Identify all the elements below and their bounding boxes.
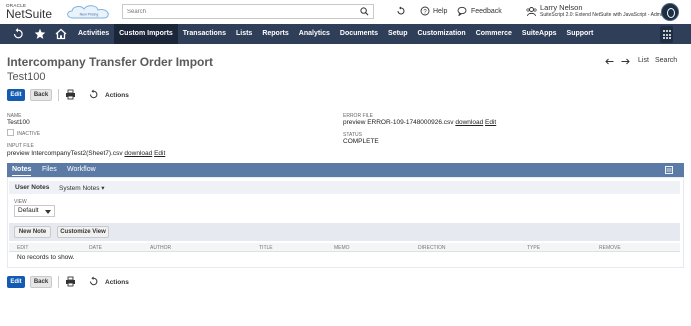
view-select[interactable]: Default [14,205,55,217]
actions-menu-bottom[interactable]: Actions [105,279,129,286]
nav-item-reports[interactable]: Reports [257,24,293,44]
subtab-files[interactable]: Files [42,163,57,177]
column-type: TYPE [527,245,541,251]
tab-system-notes[interactable]: System Notes ▾ [59,184,105,192]
toolbar-divider-bottom [58,276,59,288]
nav-item-activities[interactable]: Activities [73,24,114,44]
chevron-down-icon [45,209,51,214]
new-note-button[interactable]: New Note [14,226,51,238]
user-roles-icon[interactable] [526,6,537,17]
previous-record-icon[interactable] [605,58,614,65]
app-grid-icon[interactable] [660,26,673,43]
assistant-icon[interactable] [661,3,679,21]
feedback-icon[interactable] [457,6,467,16]
user-name[interactable]: Larry Nelson [540,3,583,12]
global-header: ORACLE NetSuite New Pricing ? Help Feedb… [0,0,691,24]
subtab-workflow[interactable]: Workflow [67,163,96,177]
recent-records-icon[interactable] [396,6,406,16]
main-navigation: Activities Custom Imports Transactions L… [0,24,691,44]
inactive-label: INACTIVE [17,131,41,137]
refresh-icon[interactable] [88,276,99,287]
input-file-field: preview IntercompanyTest2(Sheet7).csv do… [7,150,165,157]
search-input[interactable] [123,5,348,18]
nav-item-documents[interactable]: Documents [335,24,383,44]
subtab-notes[interactable]: Notes [12,163,32,177]
notes-empty-message: No records to show. [17,254,75,261]
error-file-edit-link[interactable]: Edit [485,119,496,126]
notes-inner-tabs: User Notes System Notes ▾ [9,181,680,194]
star-icon[interactable] [34,28,46,40]
recent-icon[interactable] [12,28,24,40]
back-button[interactable]: Back [30,89,52,101]
netsuite-logo[interactable]: ORACLE NetSuite [6,3,52,21]
column-remove: REMOVE [599,245,621,251]
back-button-bottom[interactable]: Back [30,276,52,288]
nav-item-support[interactable]: Support [562,24,599,44]
inactive-checkbox [7,129,14,136]
toolbar-divider [58,89,59,101]
cloud-badge-text: New Pricing [80,13,99,17]
subtab-bar: Notes Files Workflow [7,163,684,177]
column-direction: DIRECTION [418,245,446,251]
help-icon[interactable]: ? [420,6,430,16]
input-file-edit-link[interactable]: Edit [154,150,165,157]
column-title: TITLE [259,245,273,251]
error-file-download-link[interactable]: download [455,119,483,126]
nav-item-setup[interactable]: Setup [383,24,412,44]
print-icon[interactable] [65,276,76,287]
cloud-badge-icon[interactable]: New Pricing [63,3,115,21]
netsuite-wordmark: NetSuite [6,7,53,21]
nav-item-transactions[interactable]: Transactions [178,24,231,44]
search-icon[interactable] [360,7,369,16]
nav-item-analytics[interactable]: Analytics [294,24,335,44]
edit-button-bottom[interactable]: Edit [7,276,25,288]
notes-toolbar [9,223,680,241]
input-file-name[interactable]: preview IntercompanyTest2(Sheet7).csv [7,150,123,157]
help-link[interactable]: Help [433,8,447,15]
name-value: Test100 [7,119,30,126]
column-edit: EDIT [17,245,29,251]
home-icon[interactable] [55,28,67,40]
edit-button[interactable]: Edit [7,89,25,101]
customize-view-button[interactable]: Customize View [57,226,109,238]
nav-item-custom-imports[interactable]: Custom Imports [114,24,178,44]
nav-item-customization[interactable]: Customization [412,24,470,44]
search-link[interactable]: Search [655,57,677,64]
global-search[interactable] [122,4,374,19]
error-file-name[interactable]: preview ERROR-109-1748000926.csv [343,119,454,126]
column-memo: MEMO [334,245,350,251]
view-select-value: Default [18,207,39,214]
expand-subtabs-icon[interactable] [665,166,673,174]
print-icon[interactable] [65,89,76,100]
record-name: Test100 [7,71,46,83]
input-file-label: INPUT FILE [7,143,34,149]
feedback-link[interactable]: Feedback [471,8,502,15]
actions-menu[interactable]: Actions [105,92,129,99]
column-date: DATE [89,245,102,251]
nav-menu: Activities Custom Imports Transactions L… [73,24,598,44]
page-title: Intercompany Transfer Order Import [7,55,214,69]
status-value: COMPLETE [343,138,379,145]
nav-item-suiteapps[interactable]: SuiteApps [517,24,562,44]
user-role[interactable]: SuiteScript 2.0: Extend NetSuite with Ja… [540,12,663,18]
tab-user-notes[interactable]: User Notes [15,184,49,191]
refresh-icon[interactable] [88,89,99,100]
nav-item-commerce[interactable]: Commerce [471,24,517,44]
nav-item-lists[interactable]: Lists [231,24,257,44]
list-link[interactable]: List [638,57,649,64]
next-record-icon[interactable] [621,58,630,65]
error-file-field: preview ERROR-109-1748000926.csv downloa… [343,119,496,126]
input-file-download-link[interactable]: download [124,150,152,157]
column-author: AUTHOR [150,245,172,251]
